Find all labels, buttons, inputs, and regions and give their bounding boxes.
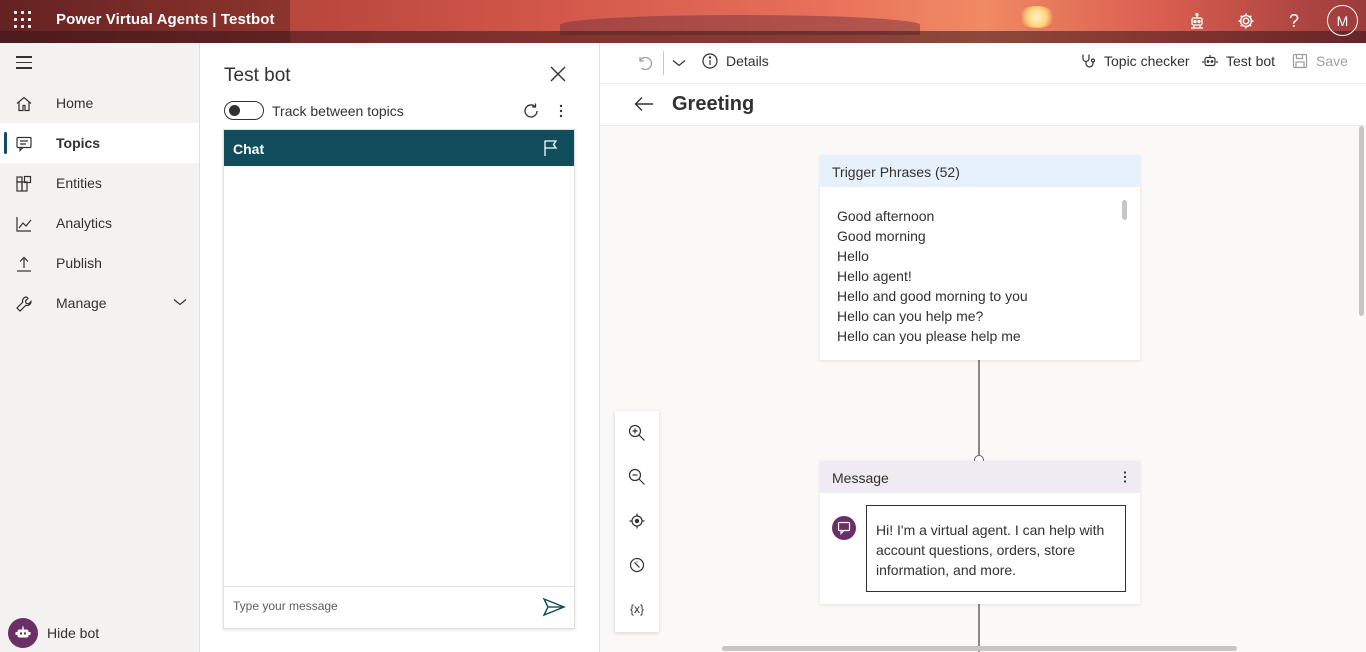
help-icon[interactable]: ? xyxy=(1282,9,1306,33)
home-icon xyxy=(16,96,32,112)
details-label: Details xyxy=(726,53,769,69)
node-connector-lower xyxy=(978,604,980,652)
chat-header-label: Chat xyxy=(233,141,265,157)
details-button[interactable]: Details xyxy=(702,53,769,69)
reset-zoom-icon[interactable] xyxy=(627,555,647,575)
app-title: Power Virtual Agents | Testbot xyxy=(56,11,275,28)
back-arrow-icon[interactable] xyxy=(634,96,654,112)
chevron-down-icon[interactable] xyxy=(173,297,187,307)
message-bubble-icon xyxy=(832,516,856,540)
recenter-icon[interactable] xyxy=(627,511,647,531)
nav-item-analytics[interactable]: Analytics xyxy=(0,203,199,243)
trigger-phrase: Hello can you please help me xyxy=(837,328,1021,344)
nav-label-publish: Publish xyxy=(56,255,102,271)
more-options-icon[interactable] xyxy=(555,101,567,121)
app-header: Power Virtual Agents | Testbot ? M xyxy=(0,0,1366,43)
refresh-icon[interactable] xyxy=(521,101,541,121)
message-node-header: Message xyxy=(820,461,1140,493)
nav-item-manage[interactable]: Manage xyxy=(0,283,199,323)
topic-header: Greeting xyxy=(600,84,1366,126)
trigger-phrase: Hello can you help me? xyxy=(837,308,984,324)
authoring-canvas: Trigger Phrases (52) Good afternoon Good… xyxy=(600,126,1366,652)
nav-item-home[interactable]: Home xyxy=(0,83,199,123)
close-icon[interactable] xyxy=(549,65,567,83)
user-avatar[interactable]: M xyxy=(1327,5,1358,36)
chat-message-input[interactable] xyxy=(233,599,523,613)
wrench-icon xyxy=(16,296,32,312)
analytics-icon xyxy=(16,217,32,232)
zoom-in-icon[interactable] xyxy=(627,423,647,443)
test-bot-title: Test bot xyxy=(224,65,291,86)
save-icon xyxy=(1292,53,1308,69)
zoom-controls: {x} xyxy=(615,411,659,632)
message-node[interactable]: Message Hi! I'm a virtual agent. I can h… xyxy=(820,461,1140,604)
hide-bot-label: Hide bot xyxy=(47,625,100,641)
chat-header: Chat xyxy=(224,130,574,166)
hamburger-menu-icon[interactable] xyxy=(16,56,32,70)
topic-title: Greeting xyxy=(672,93,755,115)
bot-icon[interactable] xyxy=(1185,9,1209,33)
save-label: Save xyxy=(1316,53,1348,69)
canvas-toolbar: Details Topic checker Test bot Save xyxy=(600,43,1366,84)
trigger-phrase-list: Good afternoon Good morning Hello Hello … xyxy=(837,206,1028,346)
nav-item-entities[interactable]: Entities xyxy=(0,163,199,203)
nav-label-analytics: Analytics xyxy=(56,215,113,231)
phrase-list-scrollbar[interactable] xyxy=(1122,200,1127,220)
chevron-down-icon[interactable] xyxy=(672,58,686,68)
send-icon[interactable] xyxy=(542,597,566,617)
canvas-horizontal-scrollbar[interactable] xyxy=(722,646,1237,651)
trigger-phrase: Hello xyxy=(837,248,869,264)
canvas-vertical-scrollbar[interactable] xyxy=(1359,126,1364,316)
trigger-phrase: Hello agent! xyxy=(837,268,912,284)
topic-checker-button[interactable]: Topic checker xyxy=(1080,53,1190,69)
hide-bot-button[interactable]: Hide bot xyxy=(8,618,99,648)
trigger-phrase: Good afternoon xyxy=(837,208,935,224)
nav-item-publish[interactable]: Publish xyxy=(0,243,199,283)
publish-icon xyxy=(17,256,31,272)
settings-icon[interactable] xyxy=(1234,9,1258,33)
variables-button[interactable]: {x} xyxy=(627,599,647,619)
left-navigation: Home Topics Entities Analytics Publish M… xyxy=(0,43,200,652)
track-topics-label: Track between topics xyxy=(272,103,404,119)
chat-icon xyxy=(16,136,32,152)
save-button[interactable]: Save xyxy=(1292,53,1348,69)
bot-icon xyxy=(1202,55,1218,67)
test-bot-panel: Test bot Track between topics Chat xyxy=(200,43,600,652)
nav-label-manage: Manage xyxy=(56,295,107,311)
flag-icon[interactable] xyxy=(543,139,559,157)
stethoscope-icon xyxy=(1082,54,1096,68)
message-text-box[interactable]: Hi! I'm a virtual agent. I can help with… xyxy=(866,505,1126,592)
nav-label-home: Home xyxy=(56,95,94,111)
topic-checker-label: Topic checker xyxy=(1104,53,1190,69)
nav-label-entities: Entities xyxy=(56,175,102,191)
more-options-icon[interactable] xyxy=(1120,469,1130,485)
trigger-phrase: Good morning xyxy=(837,228,926,244)
info-icon xyxy=(702,53,718,69)
node-connector xyxy=(978,360,980,455)
bot-face-icon xyxy=(8,618,38,648)
zoom-out-icon[interactable] xyxy=(627,467,647,487)
header-skyline-decoration xyxy=(0,31,1366,43)
trigger-node-title: Trigger Phrases (52) xyxy=(832,164,960,180)
chat-window: Chat xyxy=(223,129,575,629)
test-bot-button[interactable]: Test bot xyxy=(1202,53,1275,69)
trigger-phrases-node[interactable]: Trigger Phrases (52) Good afternoon Good… xyxy=(820,155,1140,360)
header-sun-decoration xyxy=(1018,6,1056,28)
message-node-title: Message xyxy=(832,470,889,486)
waffle-icon[interactable] xyxy=(14,11,34,31)
toolbar-divider xyxy=(663,51,664,75)
nav-label-topics: Topics xyxy=(56,135,101,151)
entities-icon xyxy=(16,175,32,192)
undo-icon[interactable] xyxy=(636,55,652,71)
trigger-phrase: Hello and good morning to you xyxy=(837,288,1028,304)
trigger-node-header: Trigger Phrases (52) xyxy=(820,155,1140,187)
nav-item-topics[interactable]: Topics xyxy=(0,123,199,163)
chat-input-bar xyxy=(224,586,574,628)
track-topics-toggle[interactable] xyxy=(224,101,264,120)
test-bot-label: Test bot xyxy=(1226,53,1276,69)
